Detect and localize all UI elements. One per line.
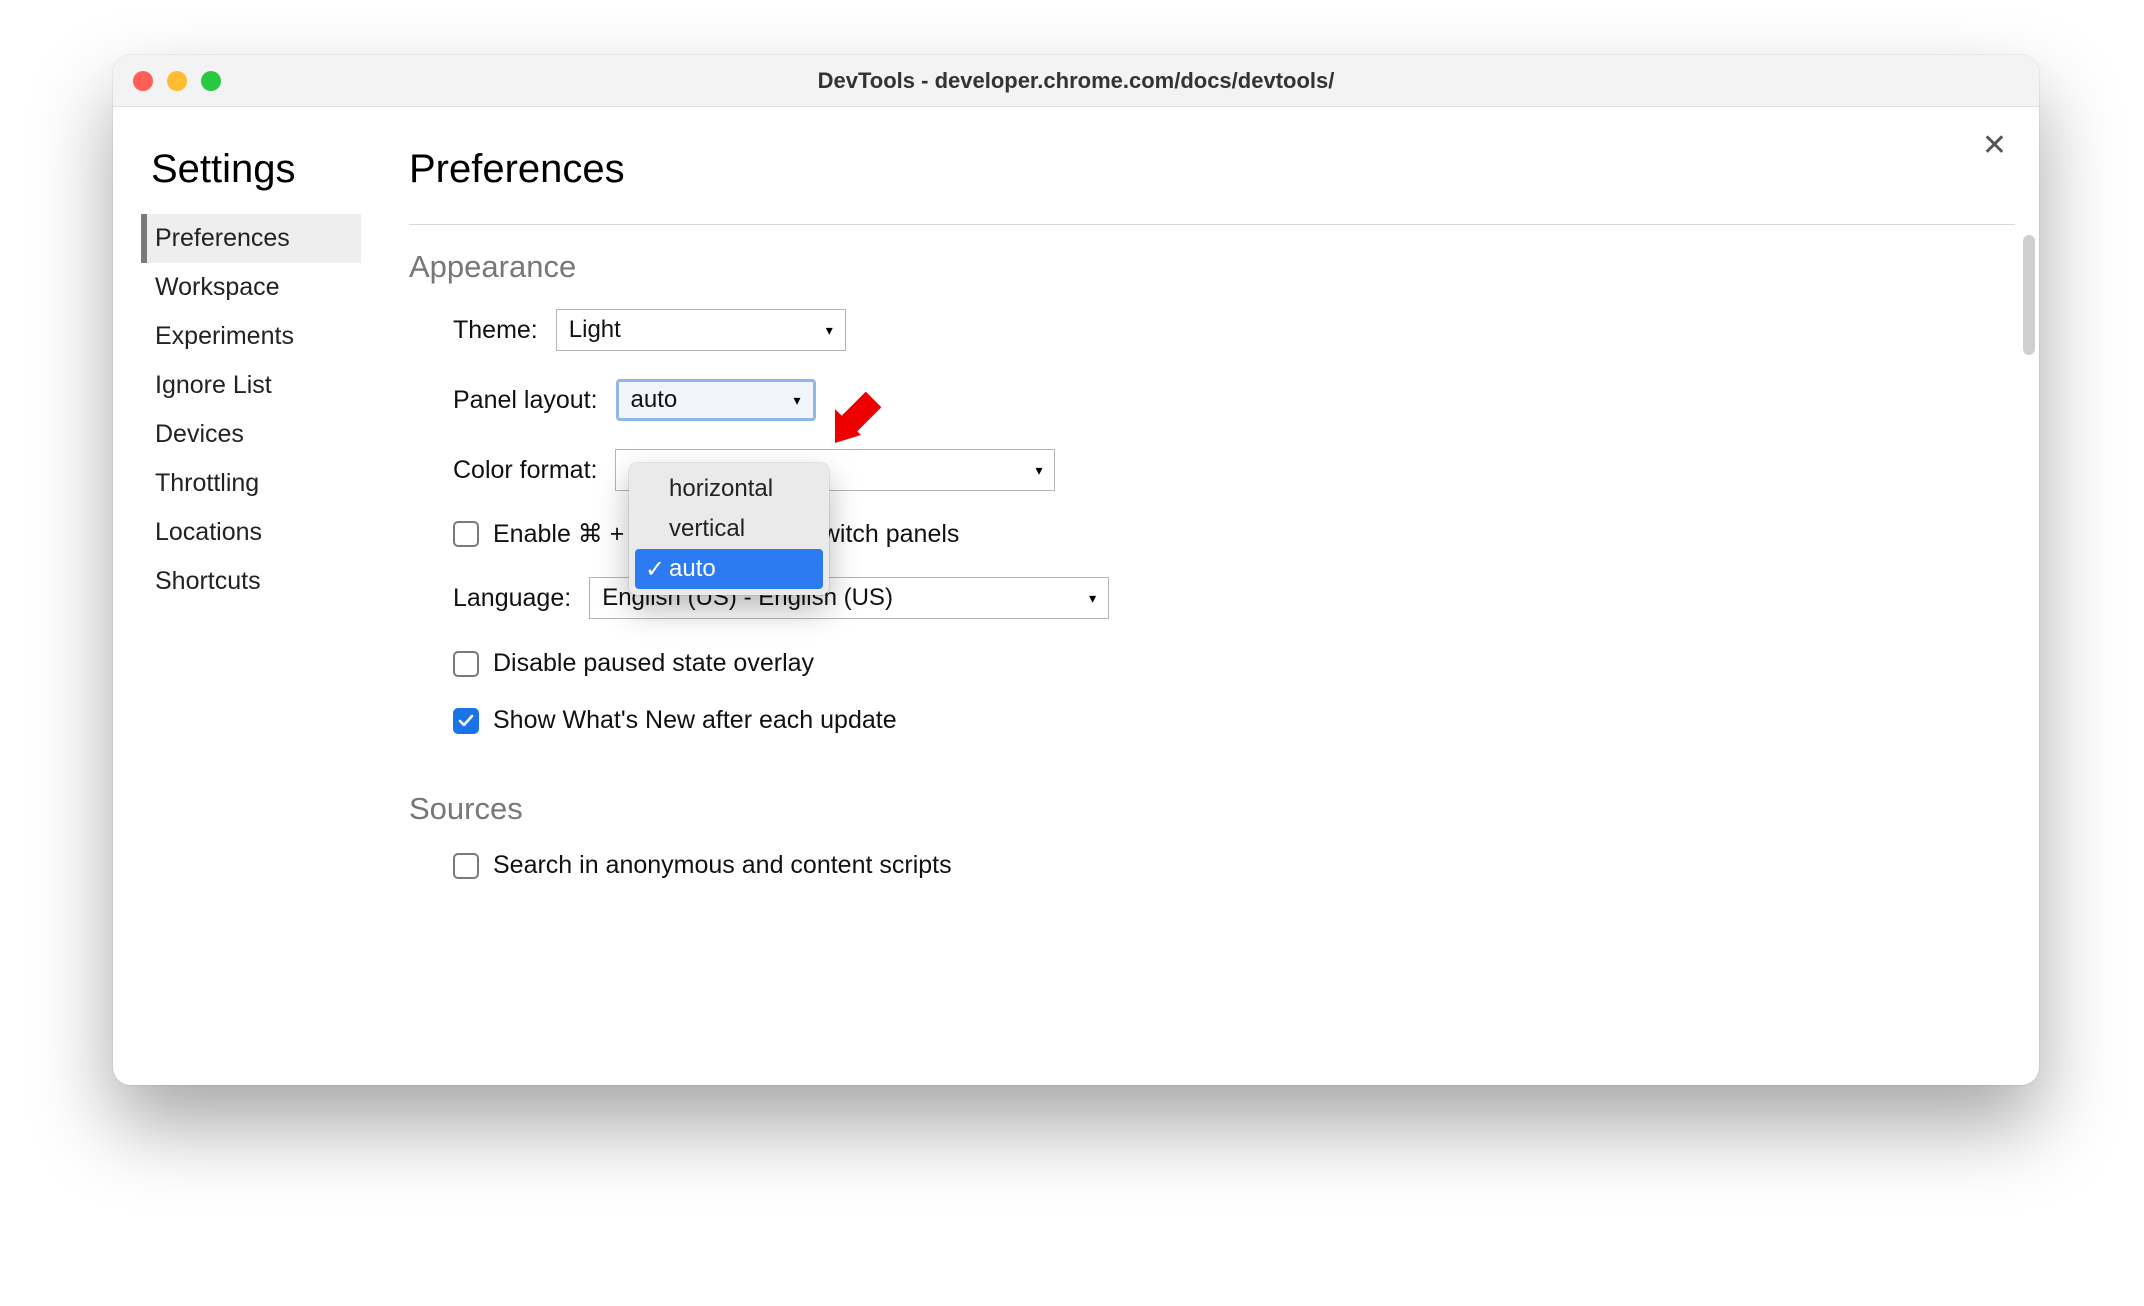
enable-shortcut-label-prefix: Enable ⌘ + [493,519,624,549]
show-whats-new-row: Show What's New after each update [453,706,2015,735]
scrollbar-thumb[interactable] [2023,235,2035,355]
theme-select[interactable]: Light ▾ [556,309,846,351]
sidebar-item-locations[interactable]: Locations [141,508,361,557]
sidebar-item-label: Throttling [155,469,259,497]
sidebar-item-shortcuts[interactable]: Shortcuts [141,557,361,606]
panel-layout-select-value: auto [631,386,678,414]
window-titlebar: DevTools - developer.chrome.com/docs/dev… [113,55,2039,107]
sidebar-item-devices[interactable]: Devices [141,410,361,459]
panel-layout-row: Panel layout: auto ▾ [453,379,2015,421]
option-label: auto [669,555,716,582]
page-title: Preferences [409,147,2015,192]
sidebar-item-label: Workspace [155,273,280,301]
panel-layout-option-auto[interactable]: auto [635,549,823,589]
chevron-down-icon: ▾ [1035,462,1042,479]
check-icon [457,712,475,730]
show-whats-new-checkbox[interactable] [453,708,479,734]
sidebar-item-label: Ignore List [155,371,272,399]
scrollbar-track[interactable] [2023,235,2035,1055]
preferences-panel: Preferences Appearance Theme: Light ▾ Pa… [409,147,2015,1085]
sidebar-item-label: Shortcuts [155,567,261,595]
sidebar-item-experiments[interactable]: Experiments [141,312,361,361]
search-scripts-label: Search in anonymous and content scripts [493,851,952,880]
divider [409,224,2015,225]
panel-layout-select[interactable]: auto ▾ [616,379,816,421]
settings-heading: Settings [151,147,361,192]
sidebar-item-label: Locations [155,518,262,546]
sidebar-item-throttling[interactable]: Throttling [141,459,361,508]
sidebar-item-ignore-list[interactable]: Ignore List [141,361,361,410]
sidebar-item-label: Experiments [155,322,294,350]
panel-layout-option-horizontal[interactable]: horizontal [635,469,823,509]
panel-layout-option-vertical[interactable]: vertical [635,509,823,549]
option-label: horizontal [669,475,773,502]
panel-layout-label: Panel layout: [453,386,598,415]
disable-overlay-row: Disable paused state overlay [453,649,2015,678]
settings-body: ✕ Settings Preferences Workspace Experim… [113,107,2039,1085]
sidebar-item-label: Devices [155,420,244,448]
enable-shortcut-label-suffix: switch panels [809,520,959,549]
chevron-down-icon: ▾ [794,392,801,409]
sidebar-item-label: Preferences [155,224,290,252]
theme-row: Theme: Light ▾ [453,309,2015,351]
theme-label: Theme: [453,316,538,345]
color-format-label: Color format: [453,456,597,485]
disable-overlay-checkbox[interactable] [453,651,479,677]
appearance-section-heading: Appearance [409,249,2015,285]
search-scripts-row: Search in anonymous and content scripts [453,851,2015,880]
sidebar-item-preferences[interactable]: Preferences [141,214,361,263]
search-scripts-checkbox[interactable] [453,853,479,879]
disable-overlay-label: Disable paused state overlay [493,649,814,678]
theme-select-value: Light [569,316,621,344]
annotation-arrow-icon [829,379,899,449]
option-label: vertical [669,515,745,542]
settings-sidebar: Settings Preferences Workspace Experimen… [141,147,361,606]
window-title: DevTools - developer.chrome.com/docs/dev… [113,68,2039,94]
sources-section-heading: Sources [409,791,2015,827]
sidebar-item-workspace[interactable]: Workspace [141,263,361,312]
show-whats-new-label: Show What's New after each update [493,706,897,735]
devtools-settings-window: DevTools - developer.chrome.com/docs/dev… [113,55,2039,1085]
enable-shortcut-checkbox[interactable] [453,521,479,547]
chevron-down-icon: ▾ [826,322,833,339]
chevron-down-icon: ▾ [1089,590,1096,607]
language-label: Language: [453,584,571,613]
panel-layout-dropdown: horizontal vertical auto [629,463,829,595]
